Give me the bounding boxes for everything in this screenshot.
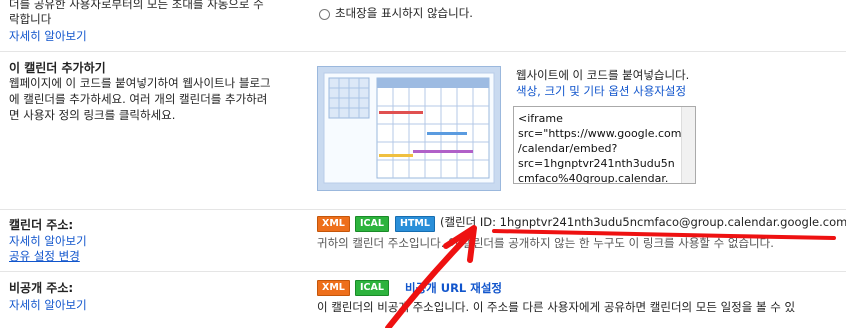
red-annotation-arrow — [385, 225, 836, 328]
